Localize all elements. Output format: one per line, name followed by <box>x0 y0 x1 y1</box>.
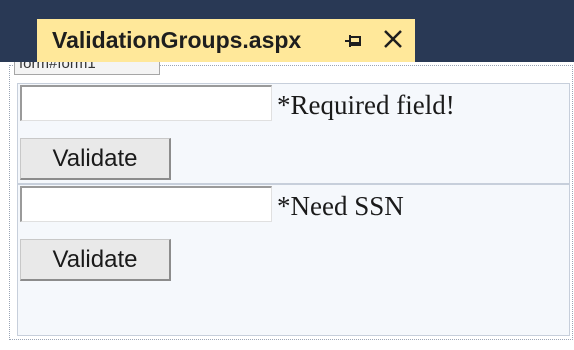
form-tag-text: form#form1 <box>19 62 96 72</box>
ssn-input[interactable] <box>20 186 272 222</box>
validate-button-1[interactable]: Validate <box>20 138 171 180</box>
ssn-validator: *Need SSN <box>277 191 404 221</box>
validation-group-panel-2: *Need SSN Validate <box>17 184 570 336</box>
required-field-input[interactable] <box>20 85 272 121</box>
form-tag-label[interactable]: form#form1 <box>14 62 160 75</box>
close-icon[interactable] <box>382 28 404 50</box>
required-field-validator: *Required field! <box>277 90 455 120</box>
document-tab[interactable]: ValidationGroups.aspx <box>37 19 415 62</box>
validation-group-panel-1: *Required field! Validate <box>17 83 570 184</box>
validate-button-2[interactable]: Validate <box>20 239 171 281</box>
document-tab-title: ValidationGroups.aspx <box>52 27 302 53</box>
design-surface: form#form1 *Required field! Validate *Ne… <box>0 62 574 350</box>
pin-icon[interactable] <box>342 30 364 52</box>
editor-titlebar: ValidationGroups.aspx <box>0 0 574 62</box>
